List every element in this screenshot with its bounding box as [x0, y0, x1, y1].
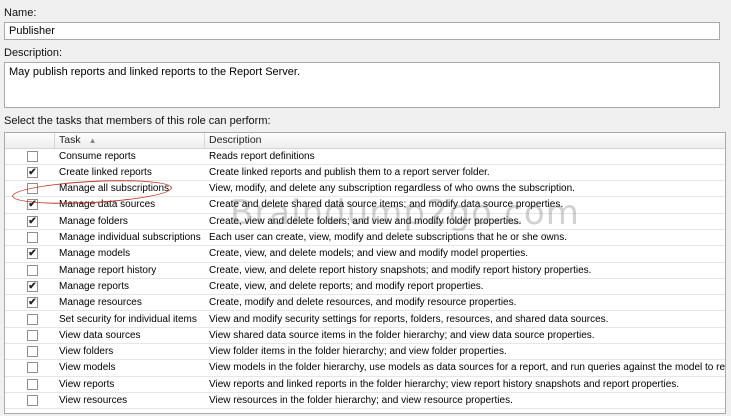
header-checkbox-column[interactable]: [5, 133, 55, 148]
table-row[interactable]: View data sources View shared data source…: [5, 328, 725, 345]
description-textarea[interactable]: May publish reports and linked reports t…: [4, 62, 720, 108]
checkmark-icon: ✔: [28, 248, 37, 260]
header-description-column[interactable]: Description: [205, 133, 725, 148]
task-description: Create, view, and delete models; and vie…: [209, 248, 529, 260]
task-name: Consume reports: [59, 150, 136, 162]
task-name: Manage individual subscriptions: [59, 232, 201, 243]
sort-ascending-icon: ▲: [88, 136, 97, 145]
task-checkbox[interactable]: [27, 378, 38, 390]
task-name: Manage folders: [59, 215, 128, 227]
checkmark-icon: ✔: [28, 297, 37, 309]
table-row[interactable]: View reports View reports and linked repo…: [5, 377, 725, 393]
tasks-grid[interactable]: Task ▲ Description Consume reports Reads r…: [4, 132, 726, 414]
task-checkbox[interactable]: [27, 264, 38, 276]
task-description: View, modify, and delete any subscriptio…: [209, 183, 575, 195]
task-checkbox[interactable]: [27, 395, 38, 406]
task-checkbox[interactable]: [27, 150, 38, 162]
table-row[interactable]: ✔ Manage resources Create, modify and dele…: [5, 295, 725, 312]
task-checkbox[interactable]: [27, 346, 38, 358]
table-row[interactable]: ✔ Manage data sources Create and delete sh…: [5, 197, 725, 214]
tasks-label: Select the tasks that members of this ro…: [4, 115, 271, 127]
table-row[interactable]: Consume reports Reads report definitions: [5, 149, 725, 165]
task-description: View and modify security settings for re…: [209, 313, 609, 325]
task-description: View models in the folder hierarchy, use…: [209, 362, 726, 374]
task-name: Manage models: [59, 248, 131, 260]
task-description: Reads report definitions: [209, 150, 315, 162]
task-name: Create linked reports: [59, 166, 152, 178]
grid-header: Task ▲ Description: [5, 133, 725, 149]
name-input[interactable]: Publisher: [4, 22, 720, 40]
task-name: Manage resources: [59, 297, 142, 309]
task-description: Create, view, and delete report history …: [209, 264, 592, 276]
task-description: View resources in the folder hierarchy; …: [209, 395, 513, 406]
name-label: Name:: [4, 7, 37, 19]
task-name: Manage report history: [59, 264, 157, 276]
task-description: Each user can create, view, modify and d…: [209, 232, 567, 243]
task-checkbox[interactable]: [27, 329, 38, 341]
table-row[interactable]: Manage all subscriptions View, modify, an…: [5, 181, 725, 198]
task-checkbox[interactable]: ✔: [27, 215, 38, 227]
task-description: View reports and linked reports in the f…: [209, 378, 680, 390]
task-checkbox[interactable]: ✔: [27, 280, 38, 292]
task-checkbox[interactable]: ✔: [27, 166, 38, 178]
task-description: Create, view and delete folders; and vie…: [209, 215, 522, 227]
task-description: Create linked reports and publish them t…: [209, 166, 490, 178]
table-row[interactable]: ✔ Manage reports Create, view, and delete …: [5, 279, 725, 296]
task-description: Create and delete shared data source ite…: [209, 199, 564, 211]
task-checkbox[interactable]: ✔: [27, 297, 38, 309]
task-checkbox[interactable]: [27, 183, 38, 195]
table-row[interactable]: ✔ Manage models Create, view, and delete m…: [5, 246, 725, 263]
task-name: View models: [59, 362, 116, 374]
table-row[interactable]: Set security for individual items View an…: [5, 312, 725, 328]
table-row[interactable]: ✔ Create linked reports Create linked repo…: [5, 165, 725, 182]
task-name: View resources: [59, 395, 128, 406]
task-description: Create, view, and delete reports; and mo…: [209, 280, 484, 292]
table-row[interactable]: View resources View resources in the fold…: [5, 393, 725, 410]
checkmark-icon: ✔: [28, 215, 37, 227]
table-row[interactable]: ✔ Manage folders Create, view and delete f…: [5, 214, 725, 230]
task-name: Set security for individual items: [59, 313, 197, 325]
task-checkbox[interactable]: ✔: [27, 199, 38, 211]
task-description: Create, modify and delete resources, and…: [209, 297, 517, 309]
task-checkbox[interactable]: ✔: [27, 248, 38, 260]
task-name: Manage all subscriptions: [59, 183, 170, 195]
table-row[interactable]: View models View models in the folder hie…: [5, 360, 726, 377]
header-task-column[interactable]: Task ▲: [55, 133, 205, 148]
checkmark-icon: ✔: [28, 199, 37, 211]
table-row[interactable]: Manage report history Create, view, and d…: [5, 263, 725, 279]
task-checkbox[interactable]: [27, 362, 38, 374]
description-label: Description:: [4, 47, 63, 59]
task-name: View data sources: [59, 329, 141, 341]
task-description: View folder items in the folder hierarch…: [209, 346, 507, 358]
task-description: View shared data source items in the fol…: [209, 329, 595, 341]
task-name: View reports: [59, 378, 115, 390]
header-task-label: Task: [59, 134, 81, 146]
checkmark-icon: ✔: [28, 166, 37, 178]
checkmark-icon: ✔: [28, 280, 37, 292]
task-checkbox[interactable]: [27, 232, 38, 243]
task-name: Manage data sources: [59, 199, 156, 211]
task-name: Manage reports: [59, 280, 130, 292]
task-name: View folders: [59, 346, 114, 358]
table-row[interactable]: Manage individual subscriptions Each user…: [5, 230, 725, 247]
table-row[interactable]: View folders View folder items in the fol…: [5, 344, 725, 361]
task-checkbox[interactable]: [27, 313, 38, 325]
